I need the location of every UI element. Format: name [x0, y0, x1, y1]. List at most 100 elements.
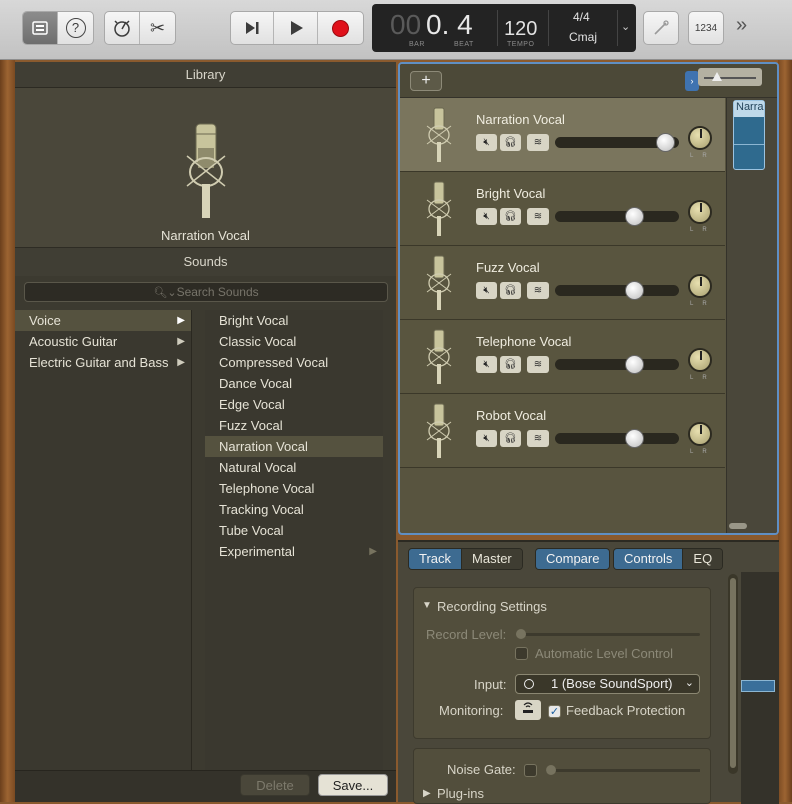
- noise-gate-slider[interactable]: [546, 765, 700, 775]
- input-monitoring-button[interactable]: ≋: [527, 282, 549, 299]
- preset-item[interactable]: Natural Vocal: [205, 457, 383, 478]
- search-sounds-input[interactable]: 🔍︎⌄Search Sounds: [24, 282, 388, 302]
- pan-knob[interactable]: [688, 200, 712, 224]
- preset-item[interactable]: Classic Vocal: [205, 331, 383, 352]
- editor-region[interactable]: [741, 680, 775, 692]
- volume-slider-thumb[interactable]: [625, 207, 644, 226]
- volume-slider[interactable]: [555, 355, 679, 374]
- track-header[interactable]: Narration Vocal 🔇︎ 🎧︎ ≋ LR: [400, 98, 725, 172]
- solo-headphones-button[interactable]: 🎧︎: [500, 134, 521, 151]
- disclosure-closed-icon[interactable]: ▶: [423, 788, 431, 799]
- track-header[interactable]: Bright Vocal 🔇︎ 🎧︎ ≋ LR: [400, 172, 725, 246]
- track-header[interactable]: Fuzz Vocal 🔇︎ 🎧︎ ≋ LR: [400, 246, 725, 320]
- goto-start-button[interactable]: [231, 12, 275, 44]
- compare-button[interactable]: Compare: [536, 549, 610, 569]
- noise-gate-thumb[interactable]: [546, 765, 556, 775]
- preset-item[interactable]: Tube Vocal: [205, 520, 383, 541]
- zoom-slider-thumb[interactable]: [712, 72, 722, 81]
- zoom-slider[interactable]: [698, 68, 762, 86]
- save-button[interactable]: Save...: [318, 774, 388, 796]
- solo-headphones-button[interactable]: 🎧︎: [500, 356, 521, 373]
- track-name[interactable]: Telephone Vocal: [476, 334, 571, 349]
- tab-track[interactable]: Track: [409, 549, 462, 569]
- lcd-display[interactable]: 00 0. 4 BAR BEAT 120 TEMPO 4/4 Cmaj ⌄: [372, 4, 636, 52]
- track-name[interactable]: Fuzz Vocal: [476, 260, 540, 275]
- tuner-button[interactable]: [644, 12, 678, 44]
- input-monitoring-button[interactable]: ≋: [527, 430, 549, 447]
- mute-button[interactable]: 🔇︎: [476, 356, 497, 373]
- volume-slider-thumb[interactable]: [625, 355, 644, 374]
- tab-controls[interactable]: Controls: [614, 549, 683, 569]
- input-monitoring-button[interactable]: ≋: [527, 134, 549, 151]
- compare-group: Compare: [535, 548, 611, 570]
- audio-region[interactable]: Narra: [733, 100, 765, 170]
- mute-icon: 🔇︎: [483, 359, 490, 370]
- volume-slider[interactable]: [555, 281, 679, 300]
- play-button[interactable]: [274, 12, 318, 44]
- feedback-protection-checkbox[interactable]: ✓: [548, 705, 561, 718]
- timeline-area[interactable]: Narra: [726, 98, 777, 533]
- timeline-scrollbar[interactable]: [729, 523, 747, 529]
- preset-item[interactable]: Narration Vocal: [205, 436, 383, 457]
- catch-playhead-button[interactable]: ›: [685, 71, 699, 91]
- volume-slider[interactable]: [555, 207, 679, 226]
- count-in-button[interactable]: 1234: [689, 12, 723, 44]
- preset-item[interactable]: Compressed Vocal: [205, 352, 383, 373]
- mute-button[interactable]: 🔇︎: [476, 430, 497, 447]
- preset-item[interactable]: Fuzz Vocal: [205, 415, 383, 436]
- input-select[interactable]: 1 (Bose SoundSport) ⌄: [515, 674, 700, 694]
- solo-headphones-button[interactable]: 🎧︎: [500, 430, 521, 447]
- solo-headphones-button[interactable]: 🎧︎: [500, 208, 521, 225]
- preset-item[interactable]: Bright Vocal: [205, 310, 383, 331]
- delete-button[interactable]: Delete: [240, 774, 310, 796]
- add-track-button[interactable]: +: [410, 71, 442, 91]
- record-level-thumb[interactable]: [516, 629, 526, 639]
- help-button[interactable]: ?: [58, 12, 93, 44]
- pan-knob[interactable]: [688, 422, 712, 446]
- solo-headphones-button[interactable]: 🎧︎: [500, 282, 521, 299]
- track-name[interactable]: Robot Vocal: [476, 408, 546, 423]
- record-level-slider[interactable]: [516, 629, 700, 639]
- monitoring-button[interactable]: [515, 700, 541, 720]
- auto-level-checkbox[interactable]: [515, 647, 528, 660]
- volume-slider-thumb[interactable]: [625, 429, 644, 448]
- pan-knob[interactable]: [688, 274, 712, 298]
- track-header[interactable]: Telephone Vocal 🔇︎ 🎧︎ ≋ LR: [400, 320, 725, 394]
- preset-item[interactable]: Tracking Vocal: [205, 499, 383, 520]
- pan-knob[interactable]: [688, 348, 712, 372]
- headphones-icon: 🎧︎: [504, 211, 517, 222]
- volume-slider-thumb[interactable]: [656, 133, 675, 152]
- library-button[interactable]: [23, 12, 59, 44]
- mute-button[interactable]: 🔇︎: [476, 134, 497, 151]
- track-name[interactable]: Bright Vocal: [476, 186, 545, 201]
- pan-knob[interactable]: [688, 126, 712, 150]
- category-item[interactable]: Voice ▶: [15, 310, 191, 331]
- input-monitoring-button[interactable]: ≋: [527, 356, 549, 373]
- tab-master[interactable]: Master: [461, 549, 522, 569]
- record-button[interactable]: [318, 12, 363, 44]
- volume-slider[interactable]: [555, 133, 679, 152]
- noise-gate-checkbox[interactable]: [524, 764, 537, 777]
- category-item[interactable]: Electric Guitar and Bass ▶: [15, 352, 191, 373]
- preset-item[interactable]: Edge Vocal: [205, 394, 383, 415]
- category-item[interactable]: Acoustic Guitar ▶: [15, 331, 191, 352]
- metronome-button[interactable]: [105, 12, 141, 44]
- tab-eq[interactable]: EQ: [682, 549, 723, 569]
- lcd-dropdown-icon[interactable]: ⌄: [621, 20, 630, 33]
- input-monitoring-button[interactable]: ≋: [527, 208, 549, 225]
- more-toolbar-icon[interactable]: »: [736, 14, 747, 37]
- disclosure-open-icon[interactable]: ▼: [422, 600, 432, 611]
- scissors-button[interactable]: ✂: [140, 12, 175, 44]
- mute-button[interactable]: 🔇︎: [476, 282, 497, 299]
- headphones-icon: 🎧︎: [504, 285, 517, 296]
- preset-item[interactable]: Experimental ▶: [205, 541, 383, 562]
- volume-slider[interactable]: [555, 429, 679, 448]
- smart-controls-scrollbar[interactable]: [728, 574, 738, 774]
- bar-prefix: 00: [390, 9, 422, 40]
- volume-slider-thumb[interactable]: [625, 281, 644, 300]
- preset-item[interactable]: Dance Vocal: [205, 373, 383, 394]
- track-name[interactable]: Narration Vocal: [476, 112, 565, 127]
- mute-button[interactable]: 🔇︎: [476, 208, 497, 225]
- preset-item[interactable]: Telephone Vocal: [205, 478, 383, 499]
- track-header[interactable]: Robot Vocal 🔇︎ 🎧︎ ≋ LR: [400, 394, 725, 468]
